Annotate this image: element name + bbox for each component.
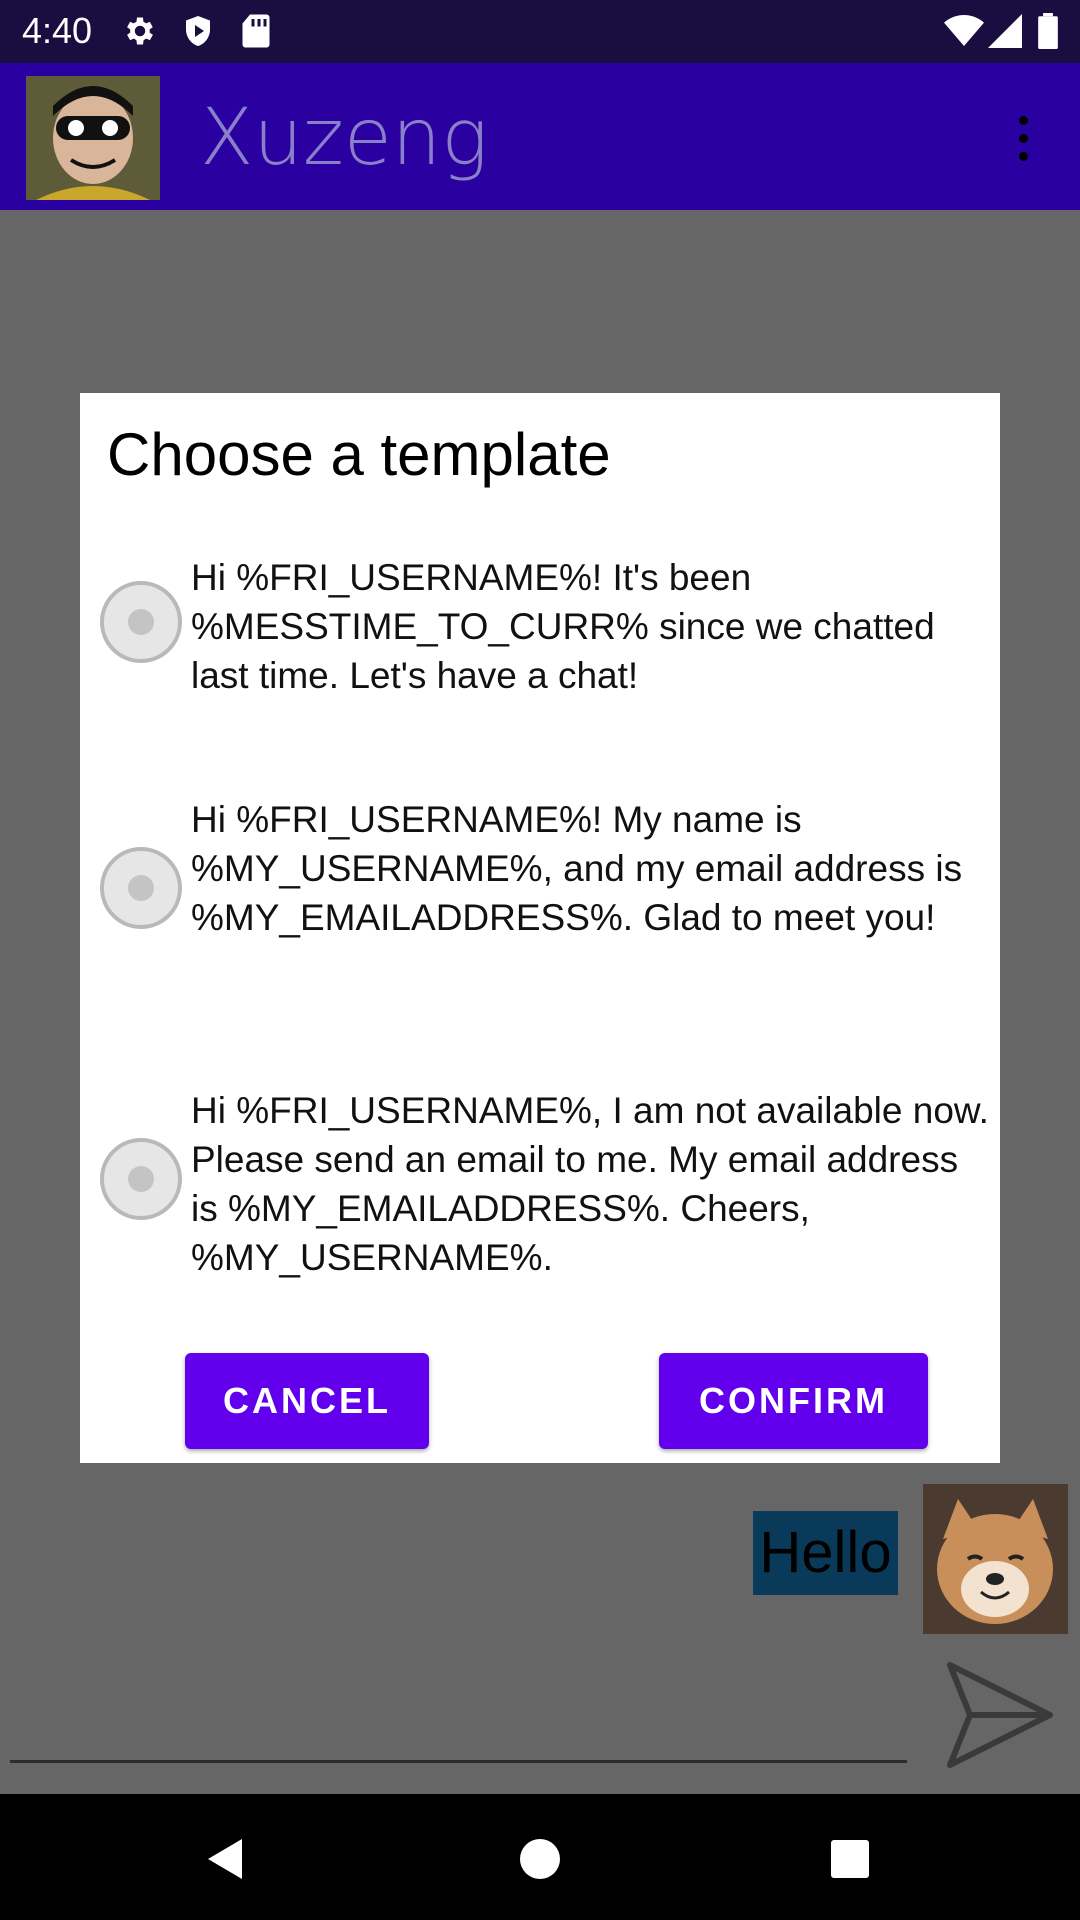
send-icon[interactable] — [945, 1660, 1055, 1770]
back-icon[interactable] — [190, 1824, 260, 1894]
more-vert-icon[interactable] — [1008, 113, 1038, 173]
radio-button[interactable] — [100, 581, 182, 663]
template-option-label: Hi %FRI_USERNAME%! My name is %MY_USERNA… — [191, 799, 963, 938]
app-title: Xuzeng — [200, 93, 489, 183]
template-option-3[interactable]: Hi %FRI_USERNAME%, I am not available no… — [80, 1086, 1000, 1286]
template-option-label: Hi %FRI_USERNAME%! It's been %MESSTIME_T… — [191, 557, 935, 696]
gear-icon — [127, 17, 153, 45]
contact-avatar-image — [26, 76, 160, 200]
status-bar: 4:40 — [0, 0, 1080, 63]
dog-avatar-image — [923, 1484, 1068, 1634]
confirm-button[interactable]: CONFIRM — [659, 1353, 928, 1449]
signal-icon — [988, 14, 1022, 48]
radio-button[interactable] — [100, 847, 182, 929]
navigation-bar — [0, 1794, 1080, 1920]
template-option-label: Hi %FRI_USERNAME%, I am not available no… — [191, 1090, 989, 1278]
shield-play-icon — [186, 16, 210, 46]
cancel-button[interactable]: CANCEL — [185, 1353, 429, 1449]
message-bubble: Hello — [753, 1511, 898, 1595]
sender-avatar — [923, 1484, 1068, 1634]
template-option-2[interactable]: Hi %FRI_USERNAME%! My name is %MY_USERNA… — [80, 795, 1000, 995]
message-input[interactable] — [10, 1760, 907, 1763]
battery-icon — [1038, 13, 1058, 49]
template-option-1[interactable]: Hi %FRI_USERNAME%! It's been %MESSTIME_T… — [80, 553, 1000, 703]
contact-avatar[interactable] — [26, 76, 160, 200]
wifi-icon — [944, 15, 984, 46]
sd-card-icon — [242, 14, 270, 48]
recents-icon[interactable] — [815, 1824, 885, 1894]
dialog-title: Choose a template — [107, 421, 611, 488]
status-time: 4:40 — [22, 10, 93, 51]
home-icon[interactable] — [505, 1824, 575, 1894]
app-bar: Xuzeng — [0, 63, 1080, 210]
template-dialog: Choose a template Hi %FRI_USERNAME%! It'… — [80, 393, 1000, 1463]
radio-button[interactable] — [100, 1138, 182, 1220]
